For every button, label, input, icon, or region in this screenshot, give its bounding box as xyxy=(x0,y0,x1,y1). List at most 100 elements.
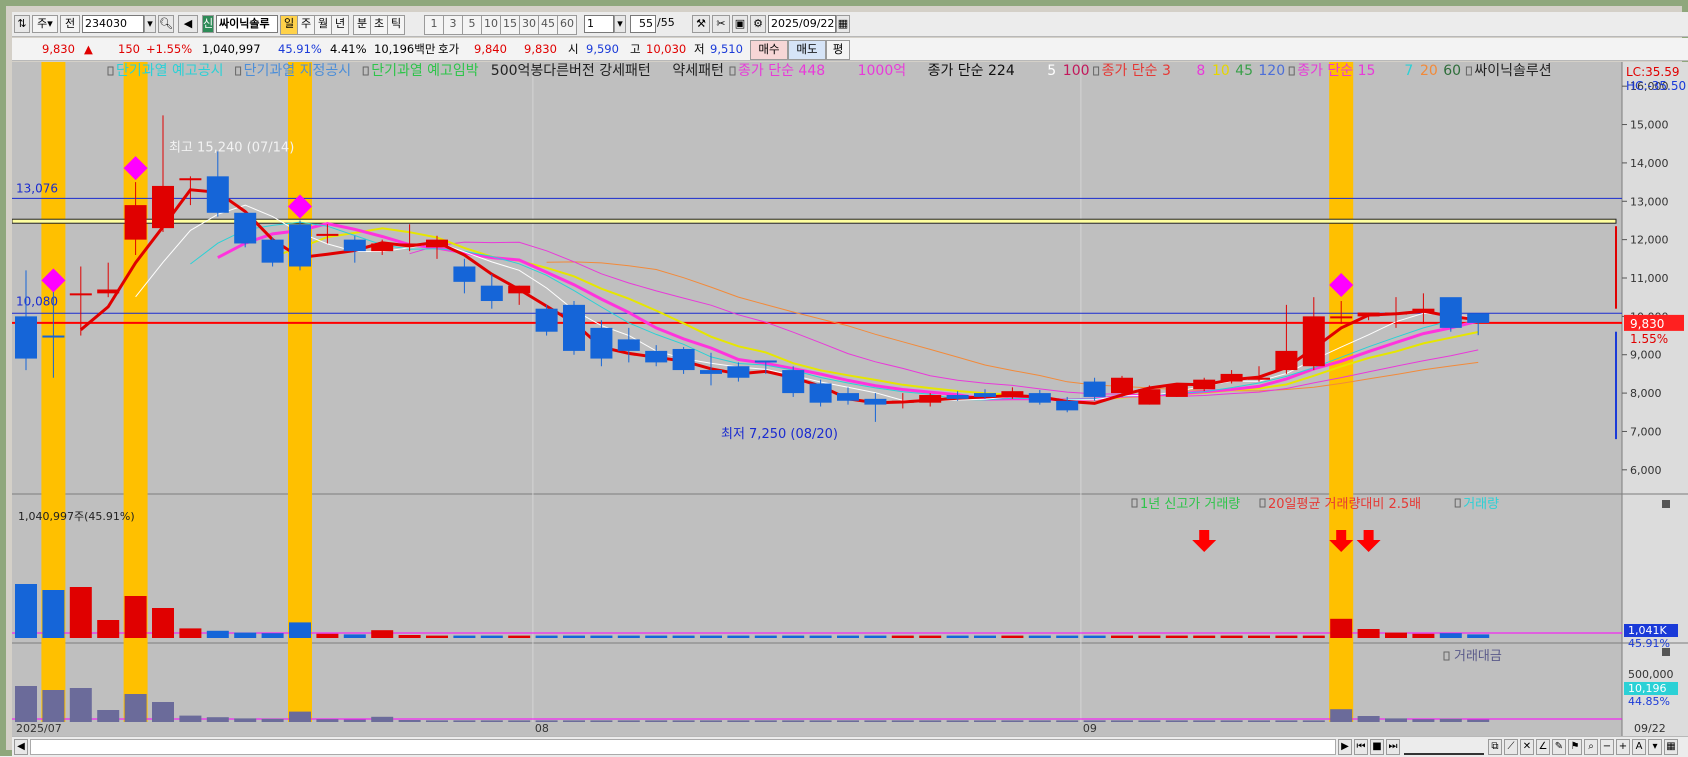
scroll-track[interactable] xyxy=(30,739,1336,755)
scroll-first-icon[interactable]: ⏮ xyxy=(1354,739,1368,755)
zoom-search-icon[interactable]: ⌕ xyxy=(1584,739,1598,755)
interval-button[interactable]: 3 xyxy=(443,15,463,35)
candle-body xyxy=(1302,316,1325,367)
volume-legend-item: 1년 신고가 거래량 xyxy=(1140,497,1240,512)
amount-bar xyxy=(1357,716,1380,722)
legend-item: 8 xyxy=(1196,63,1205,79)
scroll-stop-icon[interactable]: ■ xyxy=(1370,739,1384,755)
tool-flag-icon[interactable]: ⚑ xyxy=(1568,739,1582,755)
volume-legend-item: 거래량 xyxy=(1463,497,1499,512)
period-button[interactable]: 일 xyxy=(280,15,298,35)
period-select[interactable]: 주▾ xyxy=(32,15,58,33)
candle-body xyxy=(1412,308,1435,313)
interval-dropdown-icon[interactable]: ▾ xyxy=(614,15,626,33)
chart-scrollbar[interactable]: ◀ ▶ ⏮ ■ ⏭ ⧉ ⟋ ✕ ∠ ✎ ⚑ ⌕ − + A ▾ ▦ xyxy=(12,736,1688,757)
amount-bar xyxy=(1001,720,1024,722)
interval-button[interactable]: 45 xyxy=(538,15,558,35)
quote-ask: 9,840 xyxy=(474,42,507,56)
candle-body xyxy=(426,239,448,248)
legend-item: 1000억 xyxy=(858,63,907,79)
candle-body xyxy=(1275,350,1298,371)
code-dropdown-icon[interactable]: ▾ xyxy=(144,15,156,33)
amount-bar xyxy=(837,720,859,722)
legend-item: 종가 단순 224 xyxy=(928,63,1015,79)
candle-body xyxy=(1357,312,1380,317)
chart-menu-icon[interactable]: ▦ xyxy=(1664,739,1678,755)
interval-button[interactable]: 30 xyxy=(519,15,539,35)
interval-button[interactable]: 15 xyxy=(500,15,520,35)
last-pct-label: 1.55% xyxy=(1630,332,1668,346)
interval-input[interactable]: 1 xyxy=(584,15,614,33)
interval-button[interactable]: 5 xyxy=(462,15,482,35)
code-input[interactable]: 234030 xyxy=(82,15,144,33)
legend-item: 단기과열 지정공시 xyxy=(244,63,352,79)
volume-bar xyxy=(1001,635,1024,638)
legend-item: 7 xyxy=(1404,63,1413,79)
sound-icon[interactable]: ◀︎ xyxy=(178,15,198,33)
eval-button[interactable]: 평 xyxy=(826,40,850,60)
legend-item: 120 xyxy=(1258,63,1285,79)
price-chart-svg[interactable]: 16,00015,00014,00013,00012,00011,00010,0… xyxy=(11,62,1688,736)
candle-body xyxy=(1001,391,1024,397)
settings-icon[interactable]: ⚙ xyxy=(750,15,766,33)
amount-bar xyxy=(97,710,120,722)
volume-bar xyxy=(809,635,832,638)
chart-area[interactable]: 16,00015,00014,00013,00012,00011,00010,0… xyxy=(11,62,1688,736)
period-button[interactable]: 틱 xyxy=(387,15,405,35)
scroll-last-icon[interactable]: ⏭ xyxy=(1386,739,1400,755)
credit-icon: 신 xyxy=(202,15,214,33)
period-button[interactable]: 주 xyxy=(297,15,315,35)
sell-button[interactable]: 매도 xyxy=(788,40,826,60)
auto-scale-button[interactable]: A xyxy=(1632,739,1646,755)
date-input[interactable]: 2025/09/22 xyxy=(768,15,836,33)
amount-bar xyxy=(453,720,476,722)
period-button[interactable]: 년 xyxy=(331,15,349,35)
scissors-icon[interactable]: ✂ xyxy=(712,15,730,33)
tool-angle-icon[interactable]: ∠ xyxy=(1536,739,1550,755)
prev-button[interactable]: 전 xyxy=(60,15,80,33)
tool-brush-icon[interactable]: ✎ xyxy=(1552,739,1566,755)
scroll-left-icon[interactable]: ◀ xyxy=(14,739,28,755)
candle-body xyxy=(700,370,722,374)
candle-body xyxy=(1165,385,1188,397)
tool-copy-icon[interactable]: ⧉ xyxy=(1488,739,1502,755)
volume-bar xyxy=(1302,635,1325,638)
save-icon[interactable]: ▣ xyxy=(732,15,748,33)
interval-button[interactable]: 60 xyxy=(557,15,577,35)
amount-bar xyxy=(42,690,65,722)
volume-bar xyxy=(727,635,750,638)
interval-button[interactable]: 1 xyxy=(424,15,444,35)
candle-body xyxy=(1385,312,1407,315)
candle-body xyxy=(1193,379,1216,390)
tool-icon[interactable]: ⚒ xyxy=(692,15,710,33)
period-button[interactable]: 분 xyxy=(353,15,371,35)
zoom-in-button[interactable]: + xyxy=(1616,739,1630,755)
calendar-icon[interactable]: ▦ xyxy=(836,15,850,33)
candle xyxy=(672,347,695,374)
low-annotation: 최저 7,250 (08/20) xyxy=(721,427,838,442)
candle xyxy=(261,237,284,267)
amount-bar xyxy=(891,720,914,722)
period-button[interactable]: 월 xyxy=(314,15,332,35)
quote-ask-label: 호가 xyxy=(438,42,460,56)
search-icon[interactable]: 🔍︎ xyxy=(158,15,174,33)
scroll-right-icon[interactable]: ▶ xyxy=(1338,739,1352,755)
count-input[interactable]: 55 xyxy=(630,15,656,33)
volume-bar xyxy=(1165,635,1188,638)
period-button[interactable]: 초 xyxy=(370,15,388,35)
quote-open-label: 시 xyxy=(568,42,579,56)
candle-body xyxy=(480,285,503,302)
chart-type-icon[interactable]: ⇅ xyxy=(14,15,30,33)
date-label: 08 xyxy=(535,722,549,735)
zoom-slider[interactable] xyxy=(1404,739,1484,755)
interval-button[interactable]: 10 xyxy=(481,15,501,35)
tool-line-icon[interactable]: ⟋ xyxy=(1504,739,1518,755)
settings-small-icon[interactable]: ▾ xyxy=(1648,739,1662,755)
buy-button[interactable]: 매수 xyxy=(750,40,788,60)
stock-name-field[interactable]: 싸이닉솔루 xyxy=(216,15,278,33)
legend-item: 종가 단순 15 xyxy=(1297,63,1375,79)
volume-bar xyxy=(453,635,476,638)
zoom-out-button[interactable]: − xyxy=(1600,739,1614,755)
tool-cross-icon[interactable]: ✕ xyxy=(1520,739,1534,755)
candle-body xyxy=(1330,316,1353,319)
